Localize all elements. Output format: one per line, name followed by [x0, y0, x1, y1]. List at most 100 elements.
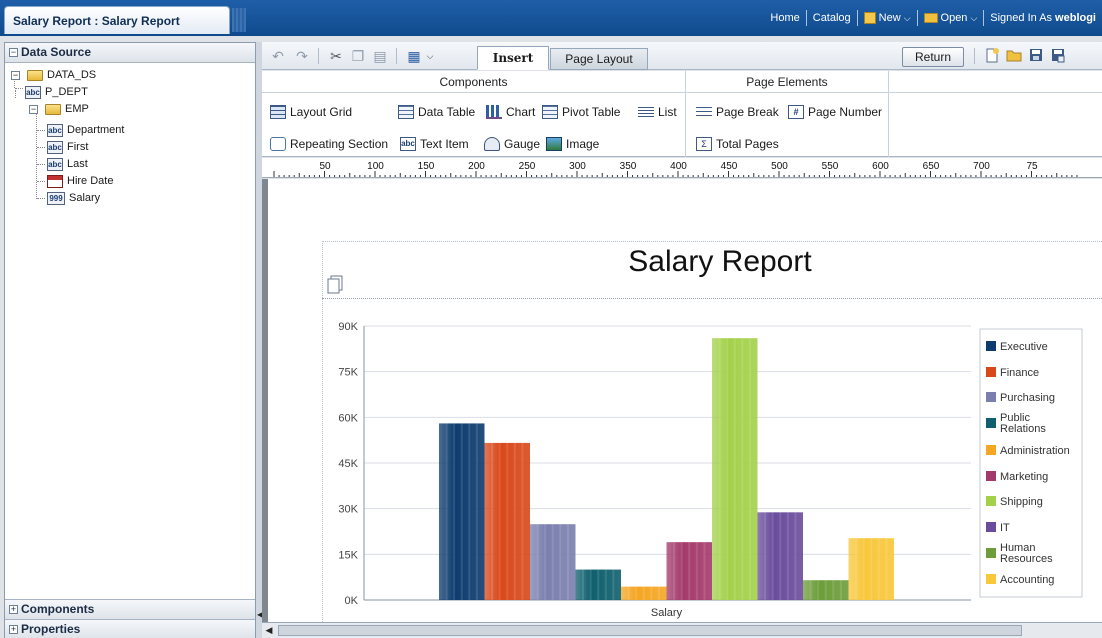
- report-title[interactable]: Salary Report: [500, 245, 940, 279]
- save-icon[interactable]: [1028, 47, 1044, 63]
- collapse-icon[interactable]: −: [9, 48, 18, 58]
- insert-ribbon: Components Page Elements Layout Grid Dat…: [262, 71, 1102, 157]
- ruler-tick-label: 150: [418, 161, 435, 172]
- tree-item-p-dept[interactable]: abc P_DEPT: [25, 84, 88, 101]
- collapse-icon[interactable]: −: [11, 71, 20, 80]
- insert-text-item[interactable]: abc Text Item: [400, 135, 469, 153]
- open-menu[interactable]: Open ⌵: [918, 12, 984, 24]
- legend-swatch: [986, 471, 996, 481]
- ruler-tick-label: 500: [771, 161, 788, 172]
- components-panel-header[interactable]: + Components: [5, 599, 255, 619]
- data-source-title: Data Source: [21, 45, 92, 59]
- tree-item-salary[interactable]: 999 Salary: [47, 190, 100, 207]
- signed-in-status: Signed In As weblogi: [984, 12, 1102, 24]
- y-tick-label: 75K: [338, 367, 358, 379]
- home-link[interactable]: Home: [764, 12, 805, 24]
- ruler-tick-label: 100: [367, 161, 384, 172]
- insert-total-pages[interactable]: Σ Total Pages: [696, 135, 779, 153]
- data-table-label: Data Table: [418, 105, 476, 119]
- y-tick-label: 0K: [345, 595, 359, 607]
- legend-swatch: [986, 496, 996, 506]
- return-button[interactable]: Return: [902, 47, 964, 67]
- insert-pivot-table[interactable]: Pivot Table: [542, 103, 620, 121]
- paste-icon[interactable]: ▤: [372, 48, 388, 64]
- legend-label: Shipping: [1000, 496, 1043, 508]
- pivot-table-icon: [542, 105, 558, 119]
- undo-icon[interactable]: ↶: [270, 48, 286, 64]
- legend-swatch: [986, 548, 996, 558]
- list-label: List: [658, 105, 677, 119]
- text-item-icon: abc: [400, 137, 416, 151]
- data-source-tree: − DATA_DS abc P_DEPT − EMP abc Departmen…: [5, 63, 255, 600]
- report-tab[interactable]: Salary Report : Salary Report: [4, 6, 230, 34]
- new-menu[interactable]: New ⌵: [858, 12, 917, 24]
- tree-item-label: Last: [67, 158, 88, 170]
- chart-icon: [486, 105, 502, 119]
- ruler-tick-label: 600: [872, 161, 889, 172]
- copy-layout-icon[interactable]: [326, 275, 344, 295]
- y-tick-label: 30K: [338, 504, 358, 516]
- properties-panel-header[interactable]: + Properties: [5, 619, 255, 638]
- insert-chart[interactable]: Chart: [486, 103, 535, 121]
- legend-label: Marketing: [1000, 471, 1048, 483]
- text-field-icon: abc: [47, 141, 63, 154]
- insert-image[interactable]: Image: [546, 135, 599, 153]
- tree-item-last[interactable]: abc Last: [47, 156, 88, 173]
- expand-icon[interactable]: +: [9, 605, 18, 615]
- ruler-tick-label: 650: [923, 161, 940, 172]
- insert-list[interactable]: List: [638, 103, 677, 121]
- insert-page-number[interactable]: # Page Number: [788, 103, 882, 121]
- legend-label: Accounting: [1000, 574, 1054, 586]
- salary-bar-chart[interactable]: 0K 15K 30K 45K 60K 75K 90K Salary Executive Finan…: [322, 302, 1102, 622]
- folder-icon: [45, 104, 61, 115]
- tab-insert[interactable]: Insert: [477, 46, 549, 70]
- components-panel-title: Components: [21, 602, 95, 616]
- horizontal-scrollbar[interactable]: ◀: [262, 622, 1102, 638]
- copy-icon[interactable]: ❐: [350, 48, 366, 64]
- date-field-icon: [47, 175, 63, 188]
- x-axis-label: Salary: [651, 607, 683, 619]
- scroll-thumb[interactable]: [278, 625, 1022, 636]
- top-nav: Home Catalog New ⌵ Open ⌵ Signed In As w…: [764, 0, 1102, 36]
- repeating-section-label: Repeating Section: [290, 137, 389, 151]
- tree-item-emp[interactable]: − EMP: [11, 101, 89, 118]
- ruler-tick-label: 200: [468, 161, 485, 172]
- new-document-icon[interactable]: [984, 47, 1000, 63]
- cut-icon[interactable]: ✂: [328, 48, 344, 64]
- scroll-left-icon[interactable]: ◀: [262, 623, 276, 638]
- insert-gauge[interactable]: Gauge: [484, 135, 540, 153]
- insert-repeating-section[interactable]: Repeating Section: [270, 135, 388, 153]
- catalog-link[interactable]: Catalog: [807, 12, 857, 24]
- expand-icon[interactable]: +: [9, 625, 18, 635]
- ruler-tick-label: 250: [519, 161, 536, 172]
- image-icon: [546, 137, 562, 151]
- list-icon: [638, 105, 654, 119]
- tree-item-label: Salary: [69, 192, 101, 204]
- redo-icon[interactable]: ↷: [294, 48, 310, 64]
- page-break-label: Page Break: [716, 105, 779, 119]
- open-folder-icon[interactable]: [1006, 47, 1022, 63]
- tree-item-department[interactable]: abc Department: [47, 122, 124, 139]
- insert-layout-grid[interactable]: Layout Grid: [270, 103, 352, 121]
- tab-handle: [232, 8, 246, 32]
- collapse-icon[interactable]: −: [29, 105, 38, 114]
- tab-page-layout[interactable]: Page Layout: [550, 48, 648, 70]
- user-name-link[interactable]: weblogi: [1055, 12, 1096, 24]
- tree-item-first[interactable]: abc First: [47, 139, 88, 156]
- gauge-icon: [484, 137, 500, 151]
- total-pages-icon: Σ: [696, 137, 712, 151]
- tree-item-label: EMP: [65, 103, 89, 115]
- tree-item-hire-date[interactable]: Hire Date: [47, 173, 113, 190]
- data-source-header[interactable]: − Data Source: [5, 43, 255, 63]
- tree-item-label: Department: [67, 124, 125, 136]
- insert-data-table[interactable]: Data Table: [398, 103, 475, 121]
- new-label: New: [878, 12, 901, 24]
- gauge-label: Gauge: [504, 137, 541, 151]
- y-tick-label: 45K: [338, 458, 358, 470]
- chevron-down-icon[interactable]: ⌵: [422, 48, 438, 64]
- insert-page-break[interactable]: Page Break: [696, 103, 779, 121]
- tree-item-data-ds[interactable]: − DATA_DS: [11, 67, 96, 84]
- save-as-icon[interactable]: [1050, 47, 1066, 63]
- layout-icon[interactable]: ▦: [406, 48, 422, 64]
- data-source-panel: − Data Source − DATA_DS abc P_DEPT − EMP …: [4, 42, 256, 638]
